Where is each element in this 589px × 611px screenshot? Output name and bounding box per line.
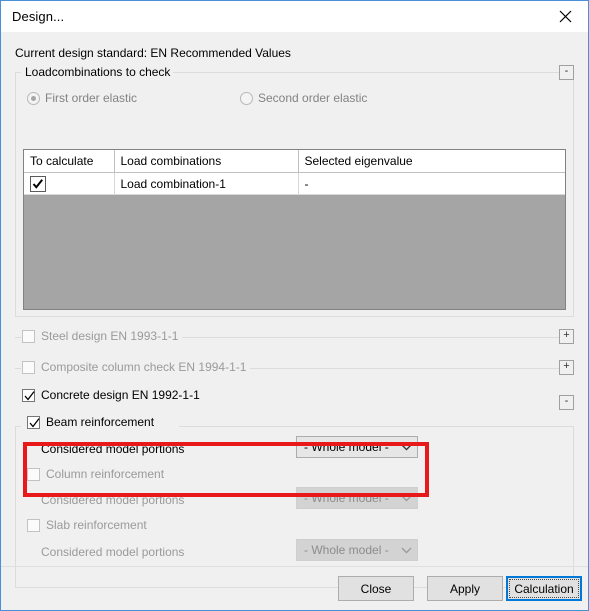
loadcombinations-collapse-button[interactable]: - — [559, 65, 574, 80]
section-steel-design-expand-button[interactable]: + — [559, 329, 574, 344]
checkbox-concrete-design[interactable] — [22, 388, 35, 402]
section-label: Steel design EN 1993-1-1 — [41, 329, 179, 343]
apply-button[interactable]: Apply — [427, 576, 503, 601]
column-reinforcement-label: Column reinforcement — [46, 467, 165, 481]
beam-portions-label: Considered model portions — [41, 442, 185, 456]
beam-portions-dropdown[interactable]: - Whole model - — [296, 436, 418, 458]
checkbox-row-beam-reinforcement[interactable]: Beam reinforcement — [27, 415, 154, 429]
section-border-stub — [15, 368, 21, 369]
section-composite-column-check-expand-button[interactable]: + — [559, 360, 574, 375]
checkbox-composite-column-check[interactable] — [22, 360, 35, 374]
radio-first-order-elastic[interactable]: First order elastic — [27, 91, 137, 105]
title-bar: Design... — [1, 1, 588, 33]
radio-indicator-icon — [240, 91, 253, 105]
section-border-stub — [15, 337, 21, 338]
footer-separator — [1, 566, 588, 567]
slab-portions-label: Considered model portions — [41, 545, 185, 559]
chevron-down-icon — [395, 495, 417, 502]
close-button[interactable]: Close — [338, 576, 414, 601]
section-steel-design: Steel design EN 1993-1-1 + — [15, 323, 574, 351]
section-border-line — [225, 368, 574, 369]
loadcombinations-group-title: Loadcombinations to check — [22, 65, 174, 79]
cell-selected-eigenvalue: - — [298, 172, 565, 195]
window-title: Design... — [12, 9, 65, 24]
chevron-down-icon — [395, 444, 417, 451]
column-portions-value: - Whole model - — [304, 491, 389, 505]
section-concrete-design-header[interactable]: Concrete design EN 1992-1-1 — [22, 388, 204, 402]
column-portions-dropdown[interactable]: - Whole model - — [296, 487, 418, 509]
section-label: Concrete design EN 1992-1-1 — [41, 388, 200, 402]
radio-second-order-elastic[interactable]: Second order elastic — [240, 91, 367, 105]
section-border-line — [163, 337, 574, 338]
close-icon[interactable] — [543, 1, 588, 31]
section-composite-column-check-header[interactable]: Composite column check EN 1994-1-1 — [22, 360, 251, 374]
column-header-selected-eigenvalue[interactable]: Selected eigenvalue — [298, 150, 565, 173]
section-steel-design-header[interactable]: Steel design EN 1993-1-1 — [22, 329, 183, 343]
table-row[interactable]: Load combination-1 - — [24, 172, 565, 195]
loadcombinations-table[interactable]: To calculate Load combinations Selected … — [23, 149, 566, 310]
column-header-to-calculate[interactable]: To calculate — [24, 150, 115, 173]
row-checkbox[interactable] — [30, 176, 46, 192]
collapse-symbol: - — [564, 395, 569, 407]
dialog-body: Current design standard: EN Recommended … — [1, 32, 588, 610]
checkbox-steel-design[interactable] — [22, 329, 35, 343]
slab-reinforcement-label: Slab reinforcement — [46, 518, 147, 532]
column-portions-label: Considered model portions — [41, 493, 185, 507]
slab-portions-value: - Whole model - — [304, 543, 389, 557]
checkbox-column-reinforcement[interactable] — [27, 467, 40, 481]
beam-reinforcement-label: Beam reinforcement — [46, 415, 155, 429]
section-concrete-design-collapse-button[interactable]: - — [559, 395, 574, 410]
checkbox-slab-reinforcement[interactable] — [27, 518, 40, 532]
table: To calculate Load combinations Selected … — [24, 150, 565, 195]
expand-symbol: + — [563, 360, 570, 372]
checkbox-row-column-reinforcement[interactable]: Column reinforcement — [27, 467, 164, 481]
slab-portions-dropdown[interactable]: - Whole model - — [296, 539, 418, 561]
cell-to-calculate[interactable] — [24, 172, 115, 195]
radio-label: Second order elastic — [258, 91, 368, 105]
radio-indicator-icon — [27, 91, 40, 105]
calculation-button[interactable]: Calculation — [506, 576, 582, 601]
collapse-symbol: - — [564, 65, 569, 77]
radio-label: First order elastic — [45, 91, 138, 105]
section-composite-column-check: Composite column check EN 1994-1-1 + — [15, 354, 574, 382]
beam-portions-value: - Whole model - — [304, 440, 389, 454]
expand-symbol: + — [563, 329, 570, 341]
column-header-load-combinations[interactable]: Load combinations — [114, 150, 299, 173]
table-header-row: To calculate Load combinations Selected … — [24, 150, 565, 173]
design-dialog: Design... Current design standard: EN Re… — [0, 0, 589, 611]
checkbox-beam-reinforcement[interactable] — [27, 415, 40, 429]
chevron-down-icon — [395, 547, 417, 554]
cell-load-combination: Load combination-1 — [114, 172, 299, 195]
calculation-button-label: Calculation — [514, 581, 574, 596]
section-label: Composite column check EN 1994-1-1 — [41, 360, 247, 374]
design-standard-label: Current design standard: EN Recommended … — [15, 46, 291, 60]
checkbox-row-slab-reinforcement[interactable]: Slab reinforcement — [27, 518, 147, 532]
